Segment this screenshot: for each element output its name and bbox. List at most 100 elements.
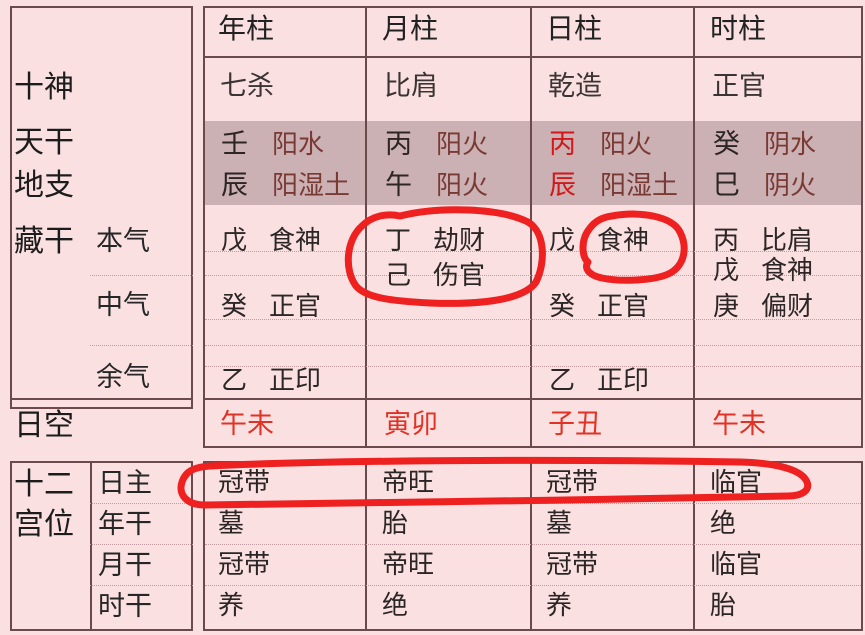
- palace-r2-c3: 临官: [710, 550, 763, 580]
- hidden-stem-day-1-god: 正官: [597, 292, 650, 322]
- palace-sublabel-year-stem: 年干: [98, 509, 152, 540]
- hidden-row-divider-4: [205, 345, 861, 346]
- row-label-earth-branch: 地支: [14, 168, 74, 203]
- sublabel-divider-1: [90, 275, 193, 276]
- palace-r1-c0: 墓: [218, 509, 245, 539]
- hidden-stem-year-2-god: 正印: [269, 366, 322, 396]
- row-label-twelve-palaces-1: 十二: [14, 467, 74, 502]
- day-void-hour: 午未: [712, 409, 766, 440]
- row-label-day-void: 日空: [14, 408, 74, 443]
- hidden-stem-month-1-god: 伤官: [433, 261, 486, 291]
- palace-r3-c0: 养: [218, 591, 245, 621]
- heaven-stem-element-day: 阳火: [600, 130, 653, 160]
- twelve-palaces-table: [203, 461, 863, 631]
- palace-r3-c1: 绝: [382, 591, 409, 621]
- palace-r0-c1: 帝旺: [382, 468, 435, 498]
- hidden-stem-hour-1-god: 食神: [761, 256, 814, 286]
- ten-god-hour: 正官: [712, 71, 766, 102]
- palace-row-divider-3: [205, 585, 861, 586]
- earth-branch-element-month: 阳火: [436, 171, 489, 201]
- palace-label-divider-3: [90, 585, 193, 586]
- pillar-header-year: 年柱: [218, 12, 275, 45]
- heaven-stem-element-hour: 阴水: [764, 130, 817, 160]
- hidden-stem-sublabel-benqi: 本气: [96, 226, 150, 257]
- heaven-stem-year: 壬: [221, 129, 248, 160]
- day-void-month: 寅卯: [384, 409, 438, 440]
- hidden-stem-day-2-god: 正印: [597, 366, 650, 396]
- hidden-stem-year-0-god: 食神: [269, 226, 322, 256]
- col-divider-2: [530, 6, 532, 448]
- left-label-dayvoid-divider: [10, 398, 193, 400]
- palace-label-divider-2: [90, 544, 193, 545]
- hidden-stem-month-0-stem: 丁: [385, 226, 412, 256]
- hidden-stem-year-2-stem: 乙: [221, 366, 248, 396]
- heaven-stem-month: 丙: [385, 129, 412, 160]
- hidden-stem-hour-2-stem: 庚: [713, 292, 740, 322]
- hidden-stem-sublabel-zhongqi: 中气: [96, 290, 150, 321]
- heaven-stem-day: 丙: [549, 129, 576, 160]
- palace-r3-c2: 养: [546, 591, 573, 621]
- hidden-stem-month-1-stem: 己: [385, 261, 412, 291]
- heaven-stem-element-year: 阳水: [272, 130, 325, 160]
- row-label-hidden-stems: 藏干: [14, 224, 74, 259]
- row-divider-above-dayvoid: [203, 398, 863, 400]
- hidden-stem-day-2-stem: 乙: [549, 366, 576, 396]
- row-divider-header: [203, 56, 863, 58]
- col-divider-3: [693, 6, 695, 448]
- palace-row-divider-1: [205, 503, 861, 504]
- day-void-year: 午未: [220, 409, 274, 440]
- hidden-stem-day-1-stem: 癸: [549, 292, 576, 322]
- hidden-stem-hour-0-stem: 丙: [713, 226, 740, 256]
- earth-branch-hour: 巳: [713, 170, 740, 201]
- palace-r2-c0: 冠带: [218, 550, 271, 580]
- hidden-stem-hour-0-god: 比肩: [761, 226, 814, 256]
- hidden-stem-day-0-stem: 戊: [549, 226, 576, 256]
- hidden-stem-hour-1-stem: 戊: [713, 256, 740, 286]
- pillar-header-day: 日柱: [546, 12, 603, 45]
- ten-god-month: 比肩: [384, 71, 438, 102]
- pillar-header-month: 月柱: [382, 12, 439, 45]
- hidden-stem-year-0-stem: 戊: [221, 226, 248, 256]
- hidden-stem-year-1-god: 正官: [269, 292, 322, 322]
- row-label-ten-gods: 十神: [14, 70, 74, 105]
- hidden-stem-year-1-stem: 癸: [221, 292, 248, 322]
- palace-r2-c1: 帝旺: [382, 550, 435, 580]
- palace-r0-c0: 冠带: [218, 468, 271, 498]
- left-label-box-upper: [10, 6, 193, 409]
- palace-sublabel-hour-stem: 时干: [98, 591, 152, 622]
- palace-r3-c3: 胎: [710, 591, 737, 621]
- palace-sublabel-day-master: 日主: [98, 468, 152, 499]
- ten-god-day: 乾造: [548, 71, 602, 102]
- palace-label-divider-1: [90, 503, 193, 504]
- row-label-heaven-stem: 天干: [14, 125, 74, 160]
- row-label-twelve-palaces-2: 宫位: [14, 507, 74, 542]
- palace-label-divider: [90, 461, 92, 631]
- heaven-stem-element-month: 阳火: [436, 130, 489, 160]
- pillar-header-hour: 时柱: [710, 12, 767, 45]
- hidden-stem-hour-2-god: 偏财: [761, 292, 814, 322]
- hidden-stem-month-0-god: 劫财: [433, 226, 486, 256]
- earth-branch-element-hour: 阴火: [764, 171, 817, 201]
- bazi-chart-root: 十神 天干 地支 藏干 日空 本气 中气 余气 年柱 月柱 日柱 时柱 七杀 比…: [0, 0, 865, 635]
- palace-r0-c2: 冠带: [546, 468, 599, 498]
- hidden-stem-sublabel-yuqi: 余气: [96, 362, 150, 393]
- palace-r1-c3: 绝: [710, 509, 737, 539]
- earth-branch-month: 午: [385, 170, 412, 201]
- palace-col-divider-2: [530, 461, 532, 631]
- sublabel-divider-2: [90, 345, 193, 346]
- hidden-stem-day-0-god: 食神: [597, 226, 650, 256]
- col-divider-1: [365, 6, 367, 448]
- day-void-day: 子丑: [548, 409, 602, 440]
- earth-branch-day: 辰: [549, 170, 576, 201]
- palace-r0-c3: 临官: [710, 468, 763, 498]
- earth-branch-year: 辰: [221, 170, 248, 201]
- palace-r1-c1: 胎: [382, 509, 409, 539]
- palace-col-divider-3: [693, 461, 695, 631]
- earth-branch-element-year: 阳湿土: [272, 171, 351, 201]
- earth-branch-element-day: 阳湿土: [600, 171, 679, 201]
- palace-sublabel-month-stem: 月干: [98, 550, 152, 581]
- palace-col-divider-1: [365, 461, 367, 631]
- heaven-stem-hour: 癸: [713, 129, 740, 160]
- palace-r1-c2: 墓: [546, 509, 573, 539]
- palace-r2-c2: 冠带: [546, 550, 599, 580]
